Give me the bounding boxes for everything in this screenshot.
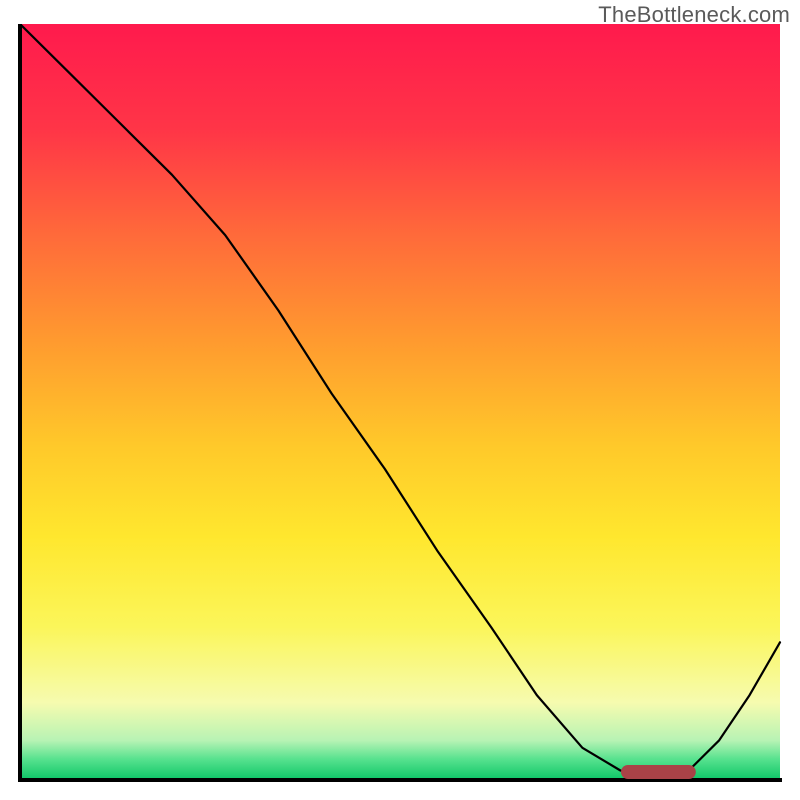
watermark-text: TheBottleneck.com [598,2,790,28]
chart-container: TheBottleneck.com [0,0,800,800]
chart-svg [18,24,782,782]
plot-area [18,24,782,782]
